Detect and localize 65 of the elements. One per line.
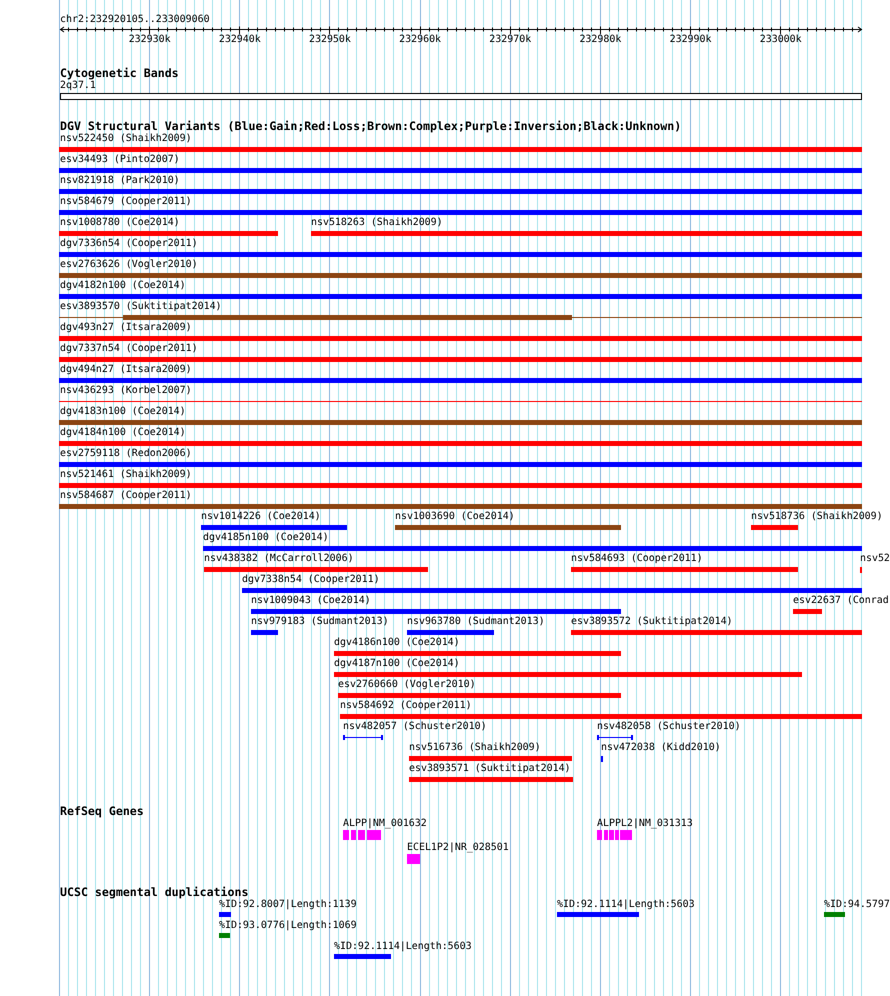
- variant-label: dgv7338n54 (Cooper2011): [242, 574, 380, 585]
- cytoband-label: 2q37.1: [60, 80, 96, 91]
- variant-label: nsv482057 (Schuster2010): [343, 721, 487, 732]
- track-title: RefSeq Genes: [60, 805, 144, 818]
- variant-label: nsv1008780 (Coe2014): [60, 217, 180, 228]
- variant-label: dgv4185n100 (Coe2014): [203, 532, 329, 543]
- gene-label: ALPP|NM_001632: [343, 818, 427, 829]
- variant-label: nsv584692 (Cooper2011): [340, 700, 472, 711]
- exon-block: [407, 854, 420, 864]
- variant-label: dgv4186n100 (Coe2014): [334, 637, 460, 648]
- variant-label: nsv518736 (Shaikh2009): [751, 511, 883, 522]
- variant-label: nsv584687 (Cooper2011): [60, 490, 192, 501]
- variant-label: nsv516736 (Shaikh2009): [409, 742, 541, 753]
- variant-label: nsv522450 (Shaikh2009): [60, 133, 192, 144]
- variant-label: nsv584693 (Cooper2011): [571, 553, 703, 564]
- variant-label: nsv521461 (Shaikh2009): [60, 469, 192, 480]
- gene-label: ALPPL2|NM_031313: [597, 818, 693, 829]
- track-title: UCSC segmental duplications: [60, 886, 248, 899]
- variant-label: nsv963780 (Sudmant2013): [407, 616, 545, 627]
- variant-label: dgv4182n100 (Coe2014): [60, 280, 186, 291]
- variant-label: nsv52: [860, 553, 890, 564]
- variant-label: dgv4187n100 (Coe2014): [334, 658, 460, 669]
- variant-label: nsv438382 (McCarroll2006): [204, 553, 354, 564]
- variant-label: nsv472038 (Kidd2010): [601, 742, 721, 753]
- segdup-label: %ID:92.1114|Length:5603: [334, 941, 472, 952]
- variant-label: nsv1014226 (Coe2014): [201, 511, 321, 522]
- gene-label: ECEL1P2|NR_028501: [407, 842, 509, 853]
- variant-label: nsv1003690 (Coe2014): [395, 511, 515, 522]
- tick-label: 232930k: [128, 34, 171, 45]
- variant-label: esv34493 (Pinto2007): [60, 154, 180, 165]
- exon-block: [367, 830, 381, 840]
- segdup-label: %ID:94.5797: [824, 899, 890, 910]
- variant-label: esv2760660 (Vogler2010): [338, 679, 476, 690]
- tick-label: 232950k: [309, 34, 351, 45]
- segdup-label: %ID:92.1114|Length:5603: [557, 899, 695, 910]
- track-title: Cytogenetic Bands: [60, 67, 179, 80]
- variant-label: nsv821918 (Park2010): [60, 175, 180, 186]
- variant-label: dgv7336n54 (Cooper2011): [60, 238, 198, 249]
- variant-label: nsv518263 (Shaikh2009): [311, 217, 443, 228]
- tick-label: 232990k: [670, 34, 712, 45]
- track-title: DGV Structural Variants (Blue:Gain;Red:Loss;Brown:Complex;Purple:Inversion;Black:Unknown): [60, 120, 682, 133]
- tick-label: 232960k: [399, 34, 442, 45]
- variant-label: esv3893572 (Suktitipat2014): [571, 616, 733, 627]
- variant-label: dgv493n27 (Itsara2009): [60, 322, 192, 333]
- tick-label: 232980k: [579, 34, 622, 45]
- variant-label: esv3893571 (Suktitipat2014): [409, 763, 571, 774]
- variant-label: nsv979183 (Sudmant2013): [251, 616, 389, 627]
- variant-label: dgv494n27 (Itsara2009): [60, 364, 192, 375]
- tick-label: 232970k: [489, 34, 532, 45]
- variant-label: esv2763626 (Vogler2010): [60, 259, 198, 270]
- variant-label: esv2759118 (Redon2006): [60, 448, 192, 459]
- variant-label: nsv482058 (Schuster2010): [597, 721, 741, 732]
- variant-label: dgv4183n100 (Coe2014): [60, 406, 186, 417]
- variant-label: nsv436293 (Korbel2007): [60, 385, 192, 396]
- variant-label: esv22637 (Conrad: [793, 595, 889, 606]
- variant-label: esv3893570 (Suktitipat2014): [60, 301, 222, 312]
- tick-label: 232940k: [218, 34, 261, 45]
- variant-label: nsv1009043 (Coe2014): [251, 595, 371, 606]
- tick-label: 233000k: [760, 34, 802, 45]
- segdup-label: %ID:93.0776|Length:1069: [219, 920, 357, 931]
- ruler-title: chr2:232920105..233009060: [60, 14, 210, 25]
- variant-label: nsv584679 (Cooper2011): [60, 196, 192, 207]
- variant-label: dgv4184n100 (Coe2014): [60, 427, 186, 438]
- variant-label: dgv7337n54 (Cooper2011): [60, 343, 198, 354]
- segdup-label: %ID:92.8007|Length:1139: [219, 899, 357, 910]
